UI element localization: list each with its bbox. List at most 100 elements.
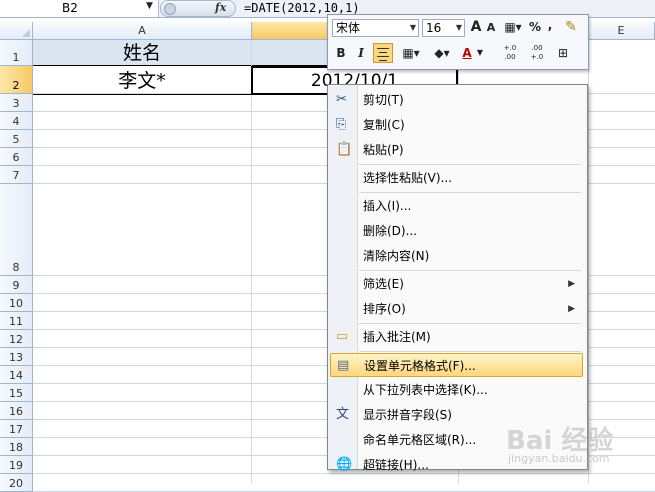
row-header-7[interactable]: 7 [0,166,33,184]
menu-item-label: 剪切(T) [363,93,404,107]
accounting-format-icon[interactable]: ▦▾ [500,18,526,36]
row-header-12[interactable]: 12 [0,330,33,348]
chevron-down-icon[interactable]: ▼ [146,1,153,11]
menu-item-11[interactable]: ▤ 设置单元格格式(F)... [330,353,583,377]
cell-a2[interactable]: 李文* [33,67,251,95]
row-header-18[interactable]: 18 [0,438,33,456]
submenu-arrow-icon: ▶ [568,279,575,289]
menu-separator [359,351,581,352]
cell-a1[interactable]: 姓名 [33,40,251,66]
phonetic-icon: 文 [336,407,350,422]
menu-item-label: 插入(I)... [363,199,412,213]
menu-item-label: 设置单元格格式(F)... [364,359,476,373]
menu-item-9[interactable]: 排序(O) ▶ [330,297,583,321]
format-cells-icon: ▤ [337,358,350,373]
select-all-button[interactable] [0,22,33,40]
row-header-14[interactable]: 14 [0,366,33,384]
paste-icon: 📋 [336,142,353,157]
fill-color-icon[interactable]: ◆▾ [427,44,457,62]
align-center-button[interactable] [373,43,393,63]
scissors-icon: ✂ [336,92,347,107]
row-header-10[interactable]: 10 [0,294,33,312]
font-size-value: 16 [426,21,442,35]
row-header-3[interactable]: 3 [0,94,33,112]
row-header-19[interactable]: 19 [0,456,33,474]
row-header-4[interactable]: 4 [0,112,33,130]
menu-item-label: 排序(O) [363,302,406,316]
gridline [588,40,589,483]
menu-item-label: 清除内容(N) [363,249,430,263]
menu-separator [359,323,581,324]
row-header-15[interactable]: 15 [0,384,33,402]
comma-button[interactable]: , [545,16,555,34]
row-header-1[interactable]: 1 [0,40,33,66]
menu-item-5[interactable]: 插入(I)... [330,194,583,218]
row-header-16[interactable]: 16 [0,402,33,420]
menu-separator [359,270,581,271]
menu-item-7[interactable]: 清除内容(N) [330,244,583,268]
menu-item-4[interactable]: 选择性粘贴(V)... [330,166,583,190]
bold-button[interactable]: B [332,44,350,62]
font-size-select[interactable]: 16 ▼ [422,19,465,37]
menu-item-12[interactable]: 从下拉列表中选择(K)... [330,378,583,402]
menu-item-10[interactable]: ▭ 插入批注(M) [330,325,583,349]
menu-item-label: 从下拉列表中选择(K)... [363,383,488,397]
copy-icon: ⎘ [336,117,347,132]
watermark-url: jingyan.baidu.com [508,452,610,465]
hyperlink-icon: 🌐 [336,457,353,472]
fx-icon: fx [215,1,227,14]
merge-center-icon[interactable]: ⊞ [554,44,572,62]
font-color-button[interactable]: A [460,44,474,62]
row-header-11[interactable]: 11 [0,312,33,330]
row-header-13[interactable]: 13 [0,348,33,366]
menu-item-label: 选择性粘贴(V)... [363,171,453,185]
menu-item-3[interactable]: 📋 粘贴(P) [330,138,583,162]
menu-item-label: 命名单元格区域(R)... [363,433,477,447]
font-name-value: 宋体 [336,21,361,35]
cell-reference: B2 [62,1,78,15]
column-header-a[interactable]: A [33,22,252,40]
menu-item-label: 插入批注(M) [363,330,431,344]
row-header-17[interactable]: 17 [0,420,33,438]
row-header-8[interactable]: 8 [0,184,33,276]
resize-handle-icon[interactable] [164,3,176,15]
insert-function-button[interactable]: fx [160,0,236,17]
percent-button[interactable]: % [528,18,542,36]
decrease-decimal-button[interactable]: .00 +.0 [525,44,549,62]
name-box[interactable]: B2 ▼ [0,0,159,17]
borders-icon[interactable]: ▦▾ [398,44,424,62]
chevron-down-icon[interactable]: ▼ [456,20,462,36]
chevron-down-icon[interactable]: ▼ [475,44,485,62]
shrink-font-button[interactable]: A [485,19,497,37]
mini-toolbar: 宋体 ▼ 16 ▼ A A ▦▾ % , ✎ B I ▦▾ ◆▾ A ▼ +.0… [327,14,589,70]
menu-item-8[interactable]: 筛选(E) ▶ [330,272,583,296]
row-header-6[interactable]: 6 [0,148,33,166]
menu-item-label: 复制(C) [363,118,405,132]
row-header-5[interactable]: 5 [0,130,33,148]
menu-item-label: 显示拼音字段(S) [363,408,452,422]
menu-item-label: 删除(D)... [363,224,418,238]
row-header-2[interactable]: 2 [0,66,33,94]
menu-item-1[interactable]: ✂ 剪切(T) [330,88,583,112]
column-header-e[interactable]: E [588,22,655,40]
menu-item-6[interactable]: 删除(D)... [330,219,583,243]
increase-decimal-button[interactable]: +.0 .00 [498,44,522,62]
chevron-down-icon[interactable]: ▼ [410,20,416,36]
row-header-9[interactable]: 9 [0,276,33,294]
menu-item-label: 超链接(H)... [363,458,429,472]
grow-font-button[interactable]: A [469,18,483,36]
format-painter-icon[interactable]: ✎ [560,18,582,36]
context-menu: ✂ 剪切(T) ⎘ 复制(C) 📋 粘贴(P) 选择性粘贴(V)... 插入(I)... 删除(… [327,84,588,472]
menu-separator [359,164,581,165]
menu-item-label: 粘贴(P) [363,143,404,157]
italic-button[interactable]: I [352,44,370,62]
font-name-select[interactable]: 宋体 ▼ [332,19,419,37]
gridline [251,40,252,483]
formula-input[interactable]: =DATE(2012,10,1) [244,1,360,15]
row-header-20[interactable]: 20 [0,474,33,492]
menu-item-label: 筛选(E) [363,277,404,291]
submenu-arrow-icon: ▶ [568,304,575,314]
menu-item-2[interactable]: ⎘ 复制(C) [330,113,583,137]
comment-icon: ▭ [336,329,349,344]
menu-separator [359,192,581,193]
